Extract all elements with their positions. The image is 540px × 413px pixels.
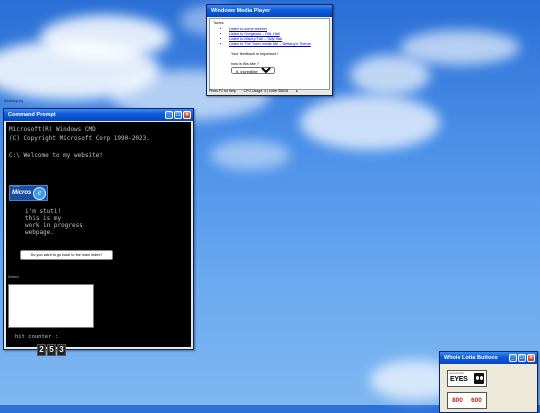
whole-lotta-buttons-window[interactable]: Whole Lotta Buttons _ □ × powered with E… — [439, 351, 538, 413]
microsoft-ie-logo: Windows Micros e — [9, 185, 48, 201]
status-end: ▸ — [296, 89, 298, 93]
counter-digit: 3 — [57, 344, 66, 356]
eyes-badge[interactable]: powered with EYES — [447, 370, 487, 387]
header-line: Microsoft(R) Windows CMD — [9, 126, 96, 133]
window-title: Windows Media Player — [211, 8, 271, 14]
hit-counter-label: hit counter : — [15, 334, 59, 340]
tunes-label: Tunes: — [213, 21, 225, 25]
command-prompt-window[interactable]: Command Prompt _ □ × Microsoft(R) Window… — [3, 108, 194, 356]
media-player-window[interactable]: Windows Media Player Tunes: Listen to so… — [206, 4, 333, 96]
badge-text: EYES — [450, 376, 468, 383]
maximize-button[interactable]: □ — [518, 353, 526, 362]
cloud — [300, 95, 440, 150]
tune-link[interactable]: Listen to The Town Inside Me – Brittany'… — [229, 42, 326, 47]
close-button[interactable]: × — [527, 353, 535, 362]
notes-textarea[interactable] — [8, 284, 94, 328]
status-cpu: CPU Usage: 4 | cover 98008 — [243, 89, 289, 93]
window-controls: _ □ × — [509, 353, 535, 362]
minimize-button[interactable]: _ — [509, 353, 517, 362]
resolution-badge[interactable]: 800 600 — [447, 392, 487, 409]
media-player-body: Tunes: Listen to some weezer Listen to G… — [209, 18, 330, 90]
badge-right-text: 600 — [471, 397, 482, 404]
intro-line: work in progress — [25, 222, 83, 229]
maximize-button[interactable]: □ — [174, 110, 182, 119]
title-bar[interactable]: Whole Lotta Buttons _ □ × — [440, 352, 537, 364]
main-index-button[interactable]: Do you want to go back to the main index… — [20, 250, 113, 260]
cloud — [210, 140, 290, 170]
command-prompt-body: Microsoft(R) Windows CMD (C) Copyright M… — [6, 122, 191, 356]
ie-icon: e — [33, 187, 46, 200]
title-bar[interactable]: Windows Media Player — [207, 5, 332, 17]
badge-small-text: powered with — [449, 372, 464, 375]
window-controls: _ □ × — [165, 110, 191, 119]
window-title: Command Prompt — [8, 112, 56, 118]
header-line: (C) Copyright Microsoft Corp 1990-2023. — [9, 135, 150, 142]
tunes-list: Listen to some weezer Listen to Gorgeous… — [213, 27, 326, 47]
cloud — [350, 55, 430, 95]
badge-left-text: 800 — [452, 397, 463, 404]
logo-small-text: Windows — [12, 186, 21, 188]
notes-label: Notes: — [8, 274, 20, 279]
intro-line: i'm stuti! — [25, 208, 62, 215]
status-help: Press F1 for help — [209, 89, 236, 93]
hit-counter: 2 5 3 — [37, 344, 66, 356]
minimize-button[interactable]: _ — [165, 110, 173, 119]
close-button[interactable]: × — [183, 110, 191, 119]
cloud — [40, 15, 170, 60]
title-bar[interactable]: Command Prompt _ □ × — [4, 109, 193, 121]
intro-line: webpage. — [25, 229, 54, 236]
cloud — [400, 30, 520, 65]
logo-text: Micros — [12, 190, 32, 196]
rating-select[interactable]: 5: incredible — [231, 67, 275, 74]
eyes-icon — [474, 373, 484, 384]
counter-digit: 5 — [47, 344, 56, 356]
counter-digit: 2 — [37, 344, 46, 356]
intro-line: this is my — [25, 215, 62, 222]
feedback-text: Your feedback is important ! — [231, 52, 278, 56]
window-title: Whole Lotta Buttons — [444, 355, 498, 361]
header-line: C:\ Welcome to my website! — [9, 152, 103, 159]
status-bar: Press F1 for help CPU Usage: 4 | cover 9… — [209, 88, 330, 94]
desktop-label: desktop:dy — [4, 98, 24, 103]
